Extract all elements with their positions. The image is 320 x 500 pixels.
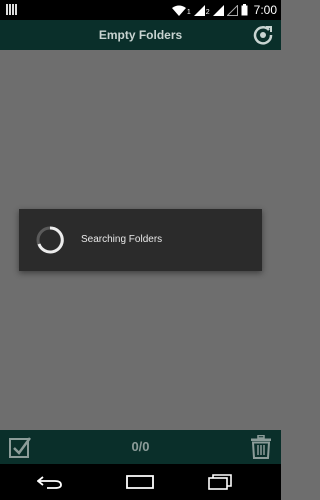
back-button[interactable] xyxy=(30,470,70,494)
home-icon xyxy=(126,475,154,489)
signal-icon xyxy=(193,4,205,16)
app-bar: Empty Folders xyxy=(0,20,281,50)
sim2-label: 2 xyxy=(205,8,210,16)
navigation-bar xyxy=(0,464,281,500)
dialog-message: Searching Folders xyxy=(81,234,163,245)
wifi-icon xyxy=(171,5,186,16)
progress-spinner-icon xyxy=(36,226,64,254)
bottom-bar: 0/0 xyxy=(0,430,281,464)
status-bar: 1 2 7:00 xyxy=(0,0,281,20)
battery-icon xyxy=(241,4,248,16)
trash-icon[interactable] xyxy=(250,435,272,459)
recents-button[interactable] xyxy=(200,470,240,494)
home-button[interactable] xyxy=(120,470,160,494)
sim1-label: 1 xyxy=(186,8,191,16)
refresh-button[interactable] xyxy=(251,23,275,47)
clock: 7:00 xyxy=(253,3,277,17)
back-icon xyxy=(37,476,62,489)
status-icons: 1 2 7:00 xyxy=(171,0,277,20)
notification-icon xyxy=(6,4,17,15)
refresh-icon xyxy=(253,26,273,45)
signal-icon-2 xyxy=(212,4,224,16)
recents-icon xyxy=(208,474,232,490)
signal-empty-icon xyxy=(226,4,238,16)
page-title: Empty Folders xyxy=(98,28,183,42)
selection-count: 0/0 xyxy=(131,439,150,454)
progress-dialog: Searching Folders xyxy=(19,209,262,271)
